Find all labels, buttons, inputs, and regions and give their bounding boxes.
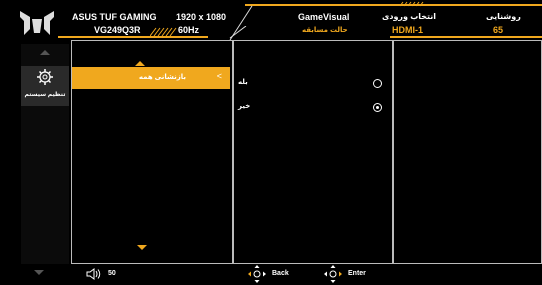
input-select-title: انتخاب ورودی: [382, 12, 437, 21]
header-top-line: [245, 4, 542, 6]
input-select-value: HDMI-1: [392, 25, 423, 35]
gear-icon: [37, 69, 53, 85]
joystick-enter-icon: [324, 265, 342, 283]
brightness-value: 65: [493, 25, 504, 35]
osd-header: ASUS TUF GAMING VG249Q3R 1920 x 1080 60H…: [0, 0, 542, 44]
resolution-text: 1920 x 1080: [176, 12, 227, 22]
menu-item-reset-all[interactable]: بازنشانی همه <: [72, 67, 230, 89]
radio-unselected-icon[interactable]: [373, 79, 382, 88]
sidebar-item-label: تنظیم سیستم: [24, 92, 66, 98]
option-no[interactable]: خیر: [236, 100, 384, 114]
radio-selected-icon[interactable]: [373, 103, 382, 112]
sidebar-down-arrow-icon[interactable]: [34, 270, 44, 275]
brand-text: ASUS TUF GAMING: [72, 12, 157, 22]
option-yes[interactable]: بله: [236, 76, 384, 90]
header-right-line: [390, 36, 542, 38]
joystick-back-icon: [248, 265, 266, 283]
option-label: بله: [238, 79, 248, 86]
osd-footer: 50 Back Enter: [0, 264, 542, 285]
menu-up-arrow-icon[interactable]: [135, 61, 145, 66]
model-text: VG249Q3R: [94, 25, 141, 35]
menu-item-label: بازنشانی همه: [138, 74, 186, 81]
gamevisual-value: حالت مسابقه: [302, 27, 348, 34]
enter-label: Enter: [348, 270, 366, 277]
header-dots-decoration: [399, 1, 424, 7]
preview-column: [393, 40, 542, 264]
refresh-rate-text: 60Hz: [178, 25, 200, 35]
option-label: خیر: [238, 103, 251, 110]
tuf-logo-icon: [20, 11, 54, 35]
header-slash-decoration: [229, 5, 253, 41]
gamevisual-title: GameVisual: [298, 12, 350, 22]
chevron-left-icon: <: [216, 71, 222, 81]
volume-value: 50: [108, 270, 116, 277]
sidebar-item-system-setup[interactable]: تنظیم سیستم: [21, 66, 69, 106]
speaker-icon: [86, 268, 101, 280]
brightness-title: روشنایی: [486, 12, 521, 21]
menu-down-arrow-icon[interactable]: [137, 245, 147, 250]
sidebar-up-arrow-icon[interactable]: [40, 50, 50, 55]
option-column: [233, 40, 393, 264]
back-label: Back: [272, 270, 289, 277]
